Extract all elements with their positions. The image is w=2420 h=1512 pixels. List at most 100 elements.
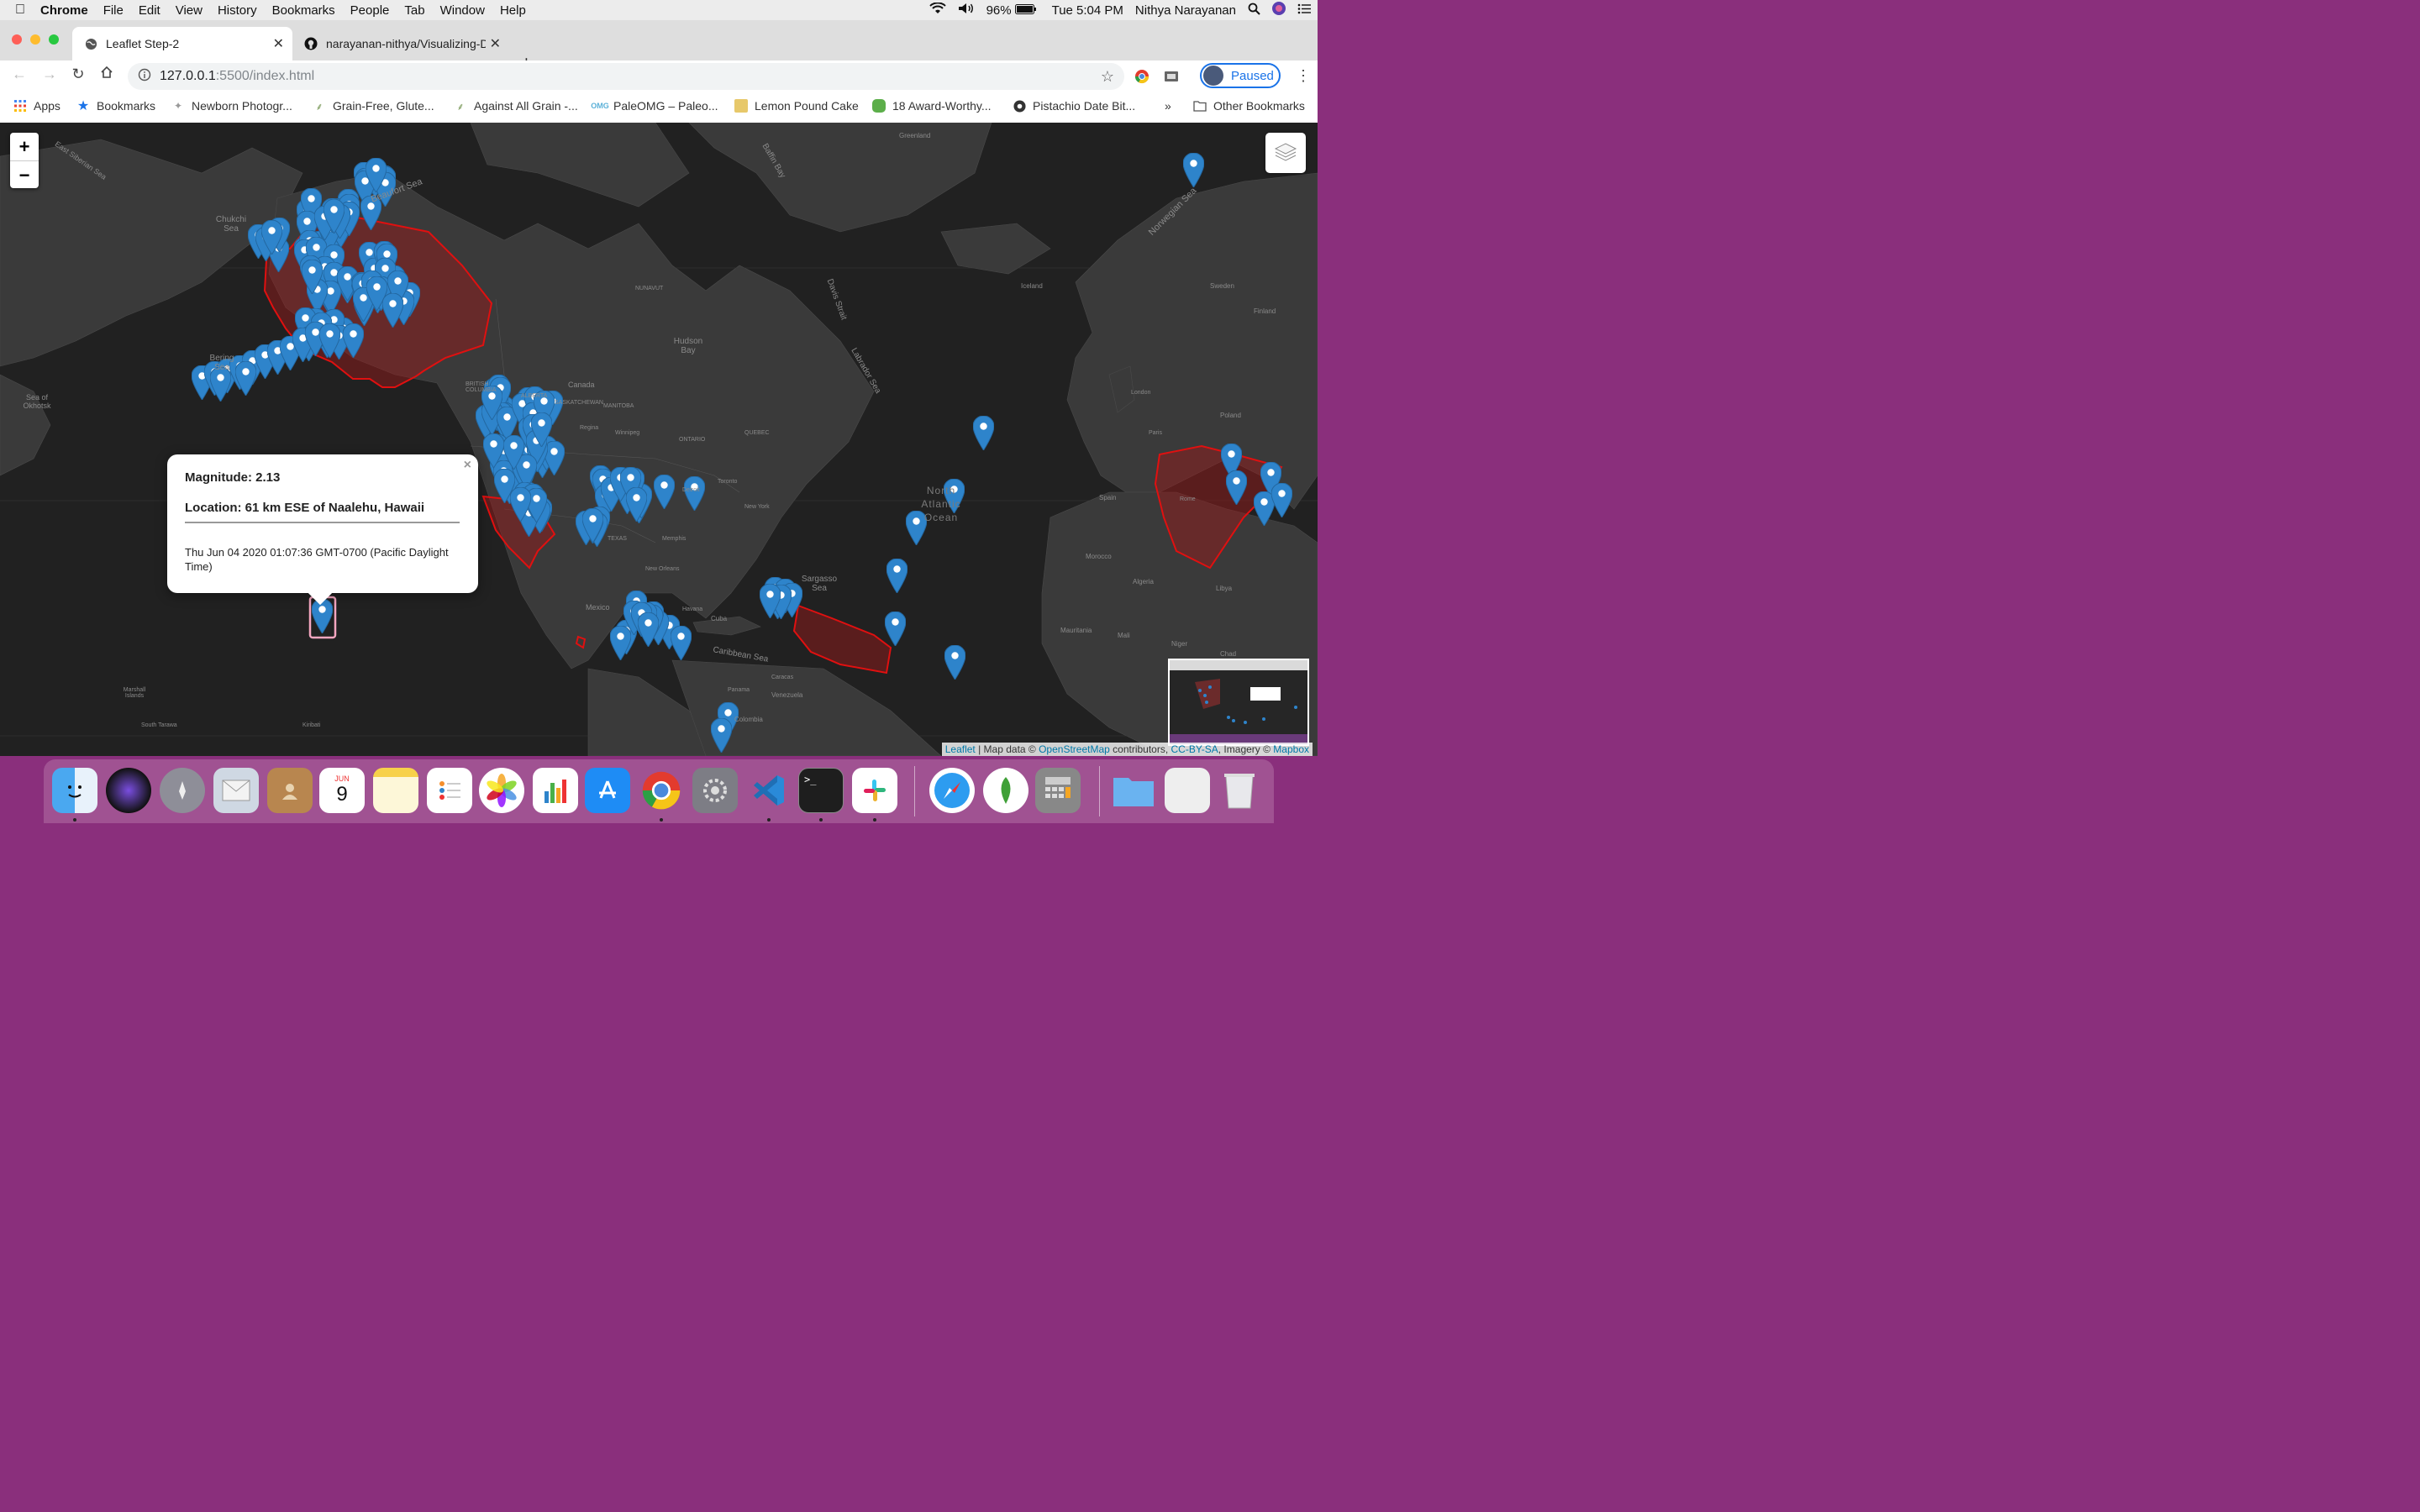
user-name[interactable]: Nithya Narayanan: [1135, 3, 1236, 18]
volume-icon[interactable]: [958, 3, 975, 18]
map-label-winnipeg: Winnipeg: [615, 430, 640, 436]
finder-icon[interactable]: [52, 768, 97, 813]
bookmark-newborn[interactable]: ✦ Newborn Photogr...: [171, 99, 292, 113]
bookmark-against-all-grain[interactable]: ⸙ Against All Grain -...: [454, 99, 578, 113]
map-label-new-orleans: New Orleans: [645, 566, 680, 572]
menu-file[interactable]: File: [96, 3, 131, 18]
extension-cast-icon[interactable]: [1164, 69, 1179, 88]
reload-icon[interactable]: ↻: [67, 66, 89, 83]
safari-app-icon[interactable]: [929, 768, 975, 813]
leaflet-link[interactable]: Leaflet: [945, 743, 976, 755]
menu-bookmarks[interactable]: Bookmarks: [265, 3, 343, 18]
menu-tab[interactable]: Tab: [397, 3, 432, 18]
zoom-in-button[interactable]: +: [10, 133, 39, 161]
popup-close-button[interactable]: ×: [464, 458, 471, 473]
spotlight-search-icon[interactable]: [1248, 3, 1260, 18]
menu-edit[interactable]: Edit: [131, 3, 168, 18]
bookmark-pistachio[interactable]: Pistachio Date Bit...: [1013, 99, 1135, 113]
chrome-menu-icon[interactable]: ⋮: [1296, 67, 1311, 85]
bookmark-overflow-chevron[interactable]: »: [1165, 99, 1171, 113]
close-tab-icon[interactable]: ✕: [490, 35, 501, 52]
close-window-button[interactable]: [12, 34, 22, 45]
osm-link[interactable]: OpenStreetMap: [1039, 743, 1110, 755]
menu-window[interactable]: Window: [433, 3, 492, 18]
map-label-spain: Spain: [1099, 494, 1117, 501]
bookmark-label: Against All Grain -...: [474, 99, 578, 113]
numbers-app-icon[interactable]: [533, 768, 578, 813]
apple-icon[interactable]: : [0, 3, 33, 18]
close-tab-icon[interactable]: ✕: [273, 35, 284, 52]
map-label-london: London: [1131, 390, 1151, 396]
notification-center-icon[interactable]: [1297, 3, 1311, 18]
map-label-new-york: New York: [744, 504, 770, 510]
downloads-folder-icon[interactable]: [1111, 768, 1156, 813]
vscode-app-icon[interactable]: [746, 768, 792, 813]
calendar-day: 9: [336, 783, 348, 806]
forward-arrow-icon[interactable]: →: [39, 66, 60, 83]
recent-documents-stack-icon[interactable]: [1165, 768, 1210, 813]
reminders-app-icon[interactable]: [427, 768, 472, 813]
zoom-out-button[interactable]: −: [10, 161, 39, 189]
mapbox-link[interactable]: Mapbox: [1273, 743, 1309, 755]
menu-people[interactable]: People: [343, 3, 397, 18]
map-label-toronto: Toronto: [718, 479, 738, 485]
license-link[interactable]: CC-BY-SA: [1171, 743, 1218, 755]
address-bar[interactable]: 127.0.0.1 :5500/index.html ☆: [128, 63, 1124, 90]
menu-help[interactable]: Help: [492, 3, 534, 18]
bookmark-lemon-pound-cake[interactable]: Lemon Pound Cake: [734, 99, 859, 113]
bookmark-award-worthy[interactable]: 18 Award-Worthy...: [872, 99, 992, 113]
slack-app-icon[interactable]: [852, 768, 897, 813]
menu-history[interactable]: History: [210, 3, 265, 18]
extension-chrome-icon[interactable]: [1134, 69, 1150, 88]
attribution-text: | Map data ©: [975, 743, 1039, 755]
map-label-paris: Paris: [1149, 430, 1162, 436]
system-preferences-icon[interactable]: [692, 768, 738, 813]
leaflet-map[interactable]: East Siberian Sea Chukchi Sea Beaufort S…: [0, 123, 1318, 756]
running-indicator: [767, 818, 771, 822]
clock[interactable]: Tue 5:04 PM: [1052, 3, 1123, 18]
back-arrow-icon[interactable]: ←: [8, 66, 30, 83]
profile-paused-button[interactable]: Paused: [1200, 63, 1281, 88]
calendar-app-icon[interactable]: JUN 9: [319, 768, 365, 813]
terminal-prompt: >_: [804, 774, 817, 785]
mongodb-app-icon[interactable]: [983, 768, 1028, 813]
launchpad-icon[interactable]: [160, 768, 205, 813]
tab-github[interactable]: narayanan-nithya/Visualizing-D ✕: [292, 27, 509, 60]
chrome-app-icon[interactable]: [639, 768, 684, 813]
screenshot-thumbnail[interactable]: [1168, 659, 1309, 746]
terminal-app-icon[interactable]: >_: [798, 768, 844, 813]
trash-icon[interactable]: [1217, 768, 1262, 813]
battery-percent: 96%: [986, 3, 1012, 18]
zoom-control: + −: [10, 133, 39, 188]
bookmark-bookmarks[interactable]: ★ Bookmarks: [76, 99, 155, 113]
wifi-icon[interactable]: [929, 2, 946, 18]
mail-app-icon[interactable]: [213, 768, 259, 813]
siri-dock-icon[interactable]: [106, 768, 151, 813]
info-icon[interactable]: [138, 68, 151, 86]
bookmark-paleomg[interactable]: OMG PaleOMG – Paleo...: [591, 99, 718, 113]
bookmark-other-bookmarks[interactable]: Other Bookmarks: [1193, 99, 1305, 113]
siri-icon[interactable]: [1272, 2, 1286, 18]
site-icon: ⸙: [456, 100, 465, 113]
tab-leaflet-step-2[interactable]: Leaflet Step-2 ✕: [72, 27, 292, 60]
zoom-window-button[interactable]: [49, 34, 59, 45]
running-indicator: [73, 818, 76, 822]
menu-app-name[interactable]: Chrome: [33, 3, 96, 18]
map-label-sweden: Sweden: [1210, 282, 1234, 290]
bookmark-grain-free[interactable]: ⸙ Grain-Free, Glute...: [313, 99, 434, 113]
minimize-window-button[interactable]: [30, 34, 40, 45]
notes-app-icon[interactable]: [373, 768, 418, 813]
site-icon: ✦: [173, 100, 183, 112]
battery-icon[interactable]: [1014, 3, 1037, 18]
map-label-south-tarawa: South Tarawa: [141, 722, 177, 728]
map-label-bc: BRITISH COLUMBIA: [466, 381, 497, 393]
bookmark-star-icon[interactable]: ☆: [1101, 68, 1114, 86]
photos-app-icon[interactable]: [479, 768, 524, 813]
bookmark-apps[interactable]: Apps: [13, 99, 60, 113]
menu-view[interactable]: View: [168, 3, 210, 18]
home-icon[interactable]: [96, 66, 118, 83]
calculator-app-icon[interactable]: [1035, 768, 1081, 813]
layers-control-button[interactable]: [1265, 133, 1306, 173]
app-store-icon[interactable]: [585, 768, 630, 813]
contacts-app-icon[interactable]: [267, 768, 313, 813]
